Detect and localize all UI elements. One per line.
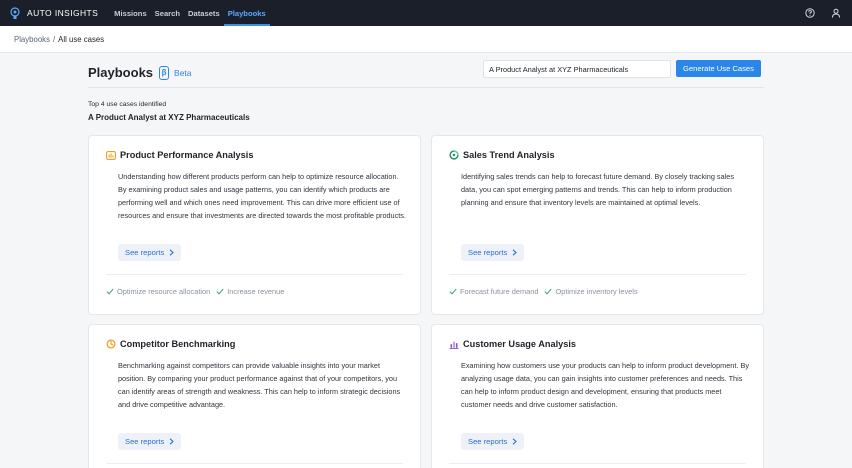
top-nav: AUTO INSIGHTS Missions Search Datasets P…: [0, 0, 852, 26]
nav-search[interactable]: Search: [151, 0, 184, 26]
tag-label: Optimize inventory levels: [555, 287, 638, 296]
card-description: Examining how customers use your product…: [461, 361, 749, 409]
see-reports-button[interactable]: See reports: [461, 433, 525, 450]
role-heading: A Product Analyst at XYZ Pharmaceuticals: [88, 113, 250, 122]
card-title-text: Competitor Benchmarking: [120, 339, 236, 349]
see-reports-label: See reports: [468, 248, 508, 257]
card-tags: Optimize resource allocation Increase re…: [106, 287, 284, 296]
see-reports-button[interactable]: See reports: [118, 433, 182, 450]
lightbulb-logo-icon: [10, 6, 20, 19]
see-reports-label: See reports: [125, 437, 165, 446]
chart-box-icon: [106, 150, 116, 160]
card-divider: [106, 463, 403, 464]
card-title-text: Customer Usage Analysis: [463, 339, 577, 349]
role-search-input[interactable]: [483, 60, 671, 78]
card-description: Understanding how different products per…: [118, 172, 406, 220]
check-icon: [106, 288, 114, 295]
see-reports-button[interactable]: See reports: [118, 244, 182, 261]
card-title: Sales Trend Analysis: [449, 150, 555, 160]
breadcrumb-playbooks-link[interactable]: Playbooks: [14, 35, 50, 44]
use-case-count: Top 4 use cases identified: [88, 101, 167, 108]
card-divider: [106, 274, 403, 275]
see-reports-label: See reports: [125, 248, 165, 257]
see-reports-button[interactable]: See reports: [461, 244, 525, 261]
tag: Optimize inventory levels: [544, 287, 638, 296]
check-icon: [544, 288, 553, 295]
tag: Increase revenue: [216, 287, 284, 296]
card-description: Identifying sales trends can help to for…: [461, 172, 734, 207]
tag-label: Forecast future demand: [460, 287, 539, 296]
help-icon[interactable]: [804, 7, 816, 19]
trend-ring-icon: [449, 150, 459, 160]
chevron-right-icon: [169, 249, 175, 256]
tag-label: Increase revenue: [227, 287, 285, 296]
beta-label: Beta: [174, 67, 192, 78]
use-case-card-customer-usage: Customer Usage Analysis Examining how cu…: [431, 324, 764, 468]
chevron-right-icon: [169, 438, 175, 445]
beta-icon: β: [159, 65, 170, 80]
card-description: Benchmarking against competitors can pro…: [118, 361, 401, 409]
bar-chart-icon: [449, 341, 459, 349]
tag: Forecast future demand: [449, 287, 538, 296]
logo[interactable]: AUTO INSIGHTS: [10, 6, 99, 20]
card-tags: Forecast future demand Optimize inventor…: [449, 287, 638, 296]
nav-datasets[interactable]: Datasets: [184, 0, 224, 26]
breadcrumb-current: All use cases: [58, 34, 105, 44]
card-divider: [449, 463, 746, 464]
check-icon: [216, 288, 224, 295]
use-case-card-sales-trend: Sales Trend Analysis Identifying sales t…: [431, 135, 764, 315]
chevron-right-icon: [512, 249, 518, 256]
chevron-right-icon: [512, 438, 518, 445]
use-case-card-competitor-benchmarking: Competitor Benchmarking Benchmarking aga…: [88, 324, 421, 468]
nav-missions[interactable]: Missions: [110, 0, 151, 26]
card-title: Customer Usage Analysis: [449, 339, 576, 349]
card-title-text: Sales Trend Analysis: [463, 150, 555, 160]
see-reports-label: See reports: [468, 437, 508, 446]
user-icon[interactable]: [830, 7, 842, 19]
check-icon: [449, 288, 457, 295]
generate-use-cases-button[interactable]: Generate Use Cases: [676, 60, 761, 77]
tag: Optimize resource allocation: [106, 287, 210, 296]
card-title: Product Performance Analysis: [106, 150, 253, 160]
breadcrumb: Playbooks / All use cases: [0, 26, 852, 53]
page-title: Playbooks: [88, 65, 154, 80]
breadcrumb-separator: /: [52, 34, 56, 44]
page-header: Playbooks β Beta Generate Use Cases: [88, 58, 764, 88]
tag-label: Optimize resource allocation: [117, 287, 211, 296]
brand-name: AUTO INSIGHTS: [27, 8, 99, 18]
pie-clock-icon: [106, 339, 116, 349]
use-case-card-product-performance: Product Performance Analysis Understandi…: [88, 135, 421, 315]
card-divider: [449, 274, 746, 275]
card-title-text: Product Performance Analysis: [120, 150, 254, 160]
nav-playbooks[interactable]: Playbooks: [223, 0, 270, 26]
card-title: Competitor Benchmarking: [106, 339, 235, 349]
